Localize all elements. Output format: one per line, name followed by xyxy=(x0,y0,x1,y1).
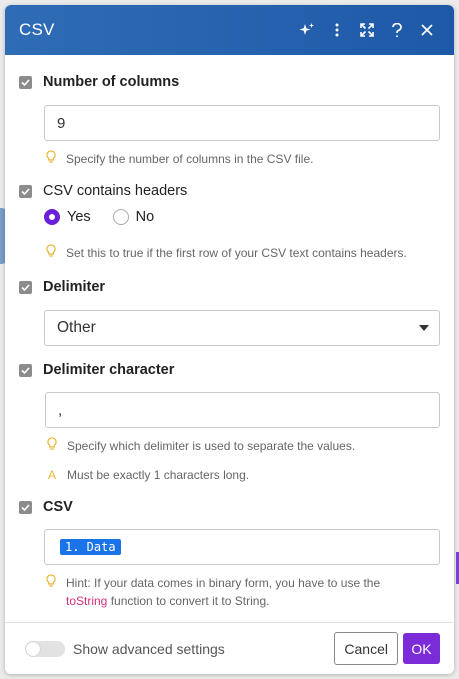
radio-yes-label: Yes xyxy=(67,209,91,225)
chevron-down-icon xyxy=(419,325,429,331)
number-of-columns-input[interactable]: 9 xyxy=(44,105,440,141)
collapse-checkbox-icon[interactable] xyxy=(19,363,32,377)
collapse-checkbox-icon[interactable] xyxy=(19,500,32,514)
lightbulb-icon xyxy=(44,244,58,258)
section-delimiter-character: Delimiter character , Specify which deli… xyxy=(19,360,440,482)
help-icon[interactable] xyxy=(382,15,412,45)
ok-button[interactable]: OK xyxy=(403,633,440,664)
radio-yes[interactable] xyxy=(44,209,60,225)
dialog-body: Number of columns 9 Specify the number o… xyxy=(5,55,454,622)
hint-text: Specify the number of columns in the CSV… xyxy=(66,152,314,166)
warning-icon: A xyxy=(47,468,56,482)
lightbulb-icon xyxy=(45,437,59,451)
advanced-settings-label: Show advanced settings xyxy=(73,640,225,657)
hint-text-before: Hint: If your data comes in binary form,… xyxy=(66,576,381,590)
close-icon[interactable] xyxy=(412,15,442,45)
field-label: Delimiter xyxy=(43,279,106,295)
field-hint: Specify the number of columns in the CSV… xyxy=(44,150,440,168)
collapse-checkbox-icon[interactable] xyxy=(19,280,32,294)
hint-text: Hint: If your data comes in binary form,… xyxy=(66,574,380,610)
csv-input[interactable]: 1. Data xyxy=(44,529,440,565)
headers-radio-group: Yes No xyxy=(44,209,154,225)
dialog-footer: Show advanced settings Cancel OK xyxy=(5,622,454,674)
radio-no-label: No xyxy=(135,209,155,225)
collapse-checkbox-icon[interactable] xyxy=(19,75,32,89)
field-label: CSV contains headers xyxy=(43,183,188,199)
field-label: Delimiter character xyxy=(43,362,175,378)
dialog-header: CSV xyxy=(5,5,454,55)
section-delimiter: Delimiter Other xyxy=(19,277,440,346)
field-hint: Set this to true if the first row of you… xyxy=(44,244,440,262)
field-hint: Hint: If your data comes in binary form,… xyxy=(44,574,440,610)
field-warning: A Must be exactly 1 characters long. xyxy=(45,466,440,484)
expand-icon[interactable] xyxy=(352,15,382,45)
warning-text: Must be exactly 1 characters long. xyxy=(67,468,250,482)
field-hint: Specify which delimiter is used to separ… xyxy=(45,437,440,455)
kebab-menu-icon[interactable] xyxy=(322,15,352,45)
data-token[interactable]: 1. Data xyxy=(60,539,121,555)
section-number-of-columns: Number of columns 9 Specify the number o… xyxy=(19,72,440,166)
cancel-button[interactable]: Cancel xyxy=(334,632,398,665)
delimiter-character-input[interactable]: , xyxy=(45,392,440,428)
delimiter-select[interactable]: Other xyxy=(44,310,440,346)
hint-text: Set this to true if the first row of you… xyxy=(66,246,407,260)
hint-text: Specify which delimiter is used to separ… xyxy=(67,439,356,453)
toggle-knob xyxy=(26,641,40,656)
lightbulb-icon xyxy=(44,150,58,164)
dialog-title: CSV xyxy=(19,20,55,39)
csv-module-dialog: CSV Number of columns 9 Specify the numb… xyxy=(5,5,454,674)
radio-no[interactable] xyxy=(112,209,129,225)
advanced-settings-toggle[interactable] xyxy=(25,640,65,657)
lightbulb-icon xyxy=(44,574,58,588)
section-csv: CSV 1. Data Hint: If your data comes in … xyxy=(19,497,440,608)
tostring-function-link[interactable]: toString xyxy=(66,594,107,608)
section-csv-contains-headers: CSV contains headers Yes No Set this to … xyxy=(19,181,440,260)
field-label: CSV xyxy=(43,499,73,515)
sparkles-icon[interactable] xyxy=(292,15,322,45)
collapse-checkbox-icon[interactable] xyxy=(19,184,32,198)
field-label: Number of columns xyxy=(43,74,180,90)
hint-text-after: function to convert it to String. xyxy=(110,594,270,608)
delimiter-selected-value: Other xyxy=(57,319,96,336)
